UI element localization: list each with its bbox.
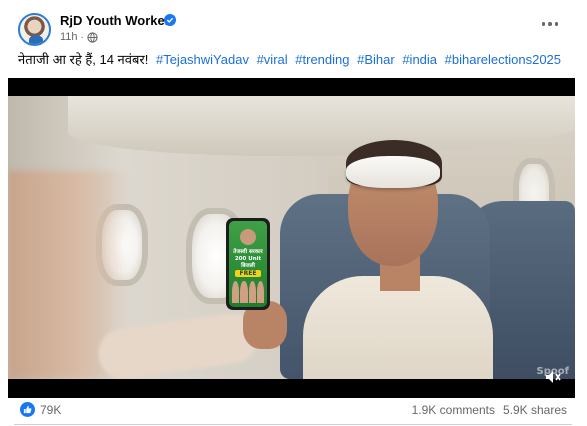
phone-text: तेजस्वी सरकार 200 Unit बिजली: [233, 249, 263, 269]
eye-mask: [346, 156, 440, 188]
hashtag-link[interactable]: #india: [402, 52, 437, 67]
comments-count[interactable]: 1.9K comments: [412, 403, 495, 417]
phone-badge: FREE: [235, 270, 261, 277]
passenger-torso: [303, 276, 493, 379]
phone: तेजस्वी सरकार 200 Unit बिजली FREE: [226, 218, 270, 310]
phone-screen: तेजस्वी सरकार 200 Unit बिजली FREE: [229, 221, 267, 307]
volume-icon[interactable]: [544, 368, 562, 386]
post-meta: 11h ·: [60, 31, 98, 43]
video-player[interactable]: तेजस्वी सरकार 200 Unit बिजली FREE Spoof: [8, 78, 575, 398]
post-time[interactable]: 11h: [60, 31, 78, 43]
meta-separator: ·: [80, 31, 84, 43]
hashtag-link[interactable]: #TejashwiYadav: [156, 52, 249, 67]
video-frame[interactable]: तेजस्वी सरकार 200 Unit बिजली FREE Spoof: [8, 96, 575, 379]
hashtag-link[interactable]: #biharelections2025: [445, 52, 561, 67]
shares-count[interactable]: 5.9K shares: [503, 403, 567, 417]
hashtag-link[interactable]: #Bihar: [357, 52, 395, 67]
more-options-icon[interactable]: [539, 17, 561, 31]
page-name[interactable]: RjD Youth Worker: [60, 13, 170, 28]
caption-text: नेताजी आ रहे हैं, 14 नवंबर!: [18, 52, 149, 67]
globe-icon[interactable]: [87, 31, 98, 43]
hashtag-link[interactable]: #viral: [257, 52, 288, 67]
reactions-count[interactable]: 79K: [40, 403, 61, 417]
like-icon[interactable]: [20, 402, 35, 417]
page-avatar[interactable]: [18, 13, 51, 46]
post-caption: नेताजी आ रहे हैं, 14 नवंबर! #TejashwiYad…: [18, 51, 565, 69]
divider: [14, 424, 572, 425]
facebook-post: RjD Youth Worker 11h · नेताजी आ रहे हैं,…: [0, 0, 587, 426]
hashtag-link[interactable]: #trending: [295, 52, 349, 67]
verified-badge-icon: [164, 14, 176, 26]
